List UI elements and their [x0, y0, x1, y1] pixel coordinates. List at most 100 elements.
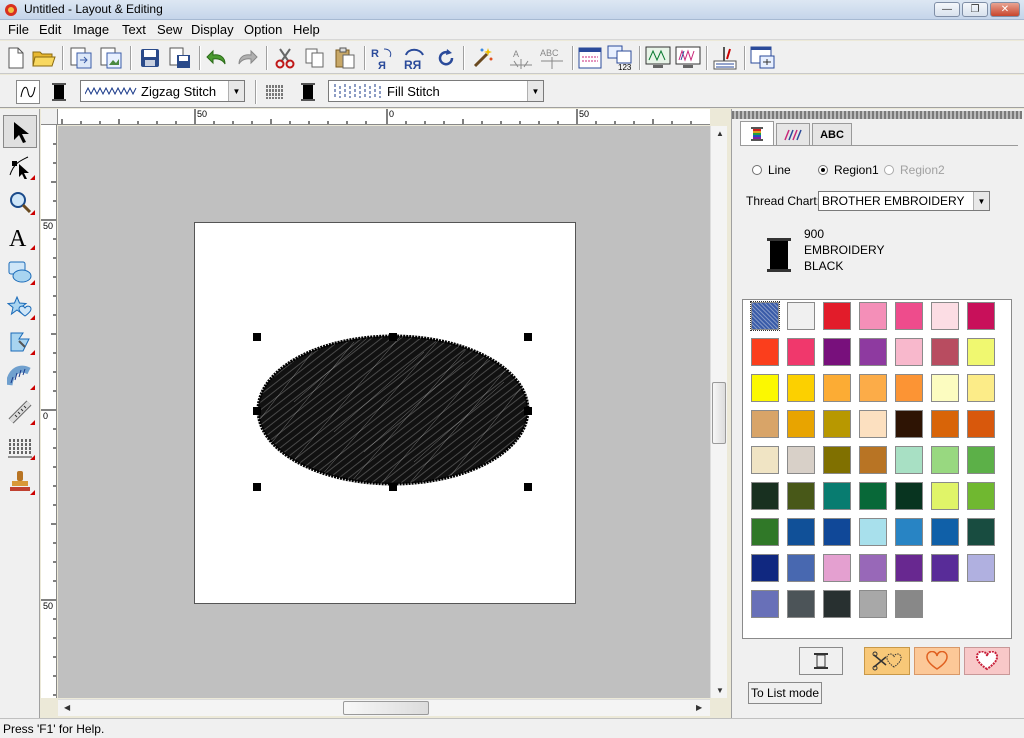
tab-thread-color[interactable] [740, 121, 774, 146]
point-edit-tool-icon[interactable] [3, 150, 37, 183]
design-page-icon[interactable] [577, 45, 603, 71]
scroll-right-icon[interactable]: ▶ [696, 703, 702, 712]
color-swatch[interactable] [895, 338, 923, 366]
chevron-down-icon[interactable]: ▼ [228, 81, 244, 101]
menu-edit[interactable]: Edit [38, 22, 62, 37]
heart-stitch-button[interactable] [964, 647, 1010, 675]
color-swatch[interactable] [751, 518, 779, 546]
open-folder-icon[interactable] [31, 45, 57, 71]
zoom-tool-icon[interactable] [3, 185, 37, 218]
thread-chart-select[interactable]: BROTHER EMBROIDERY ▼ [818, 191, 990, 211]
color-swatch[interactable] [931, 374, 959, 402]
color-swatch[interactable] [967, 410, 995, 438]
tab-text-attributes[interactable]: ABC [812, 123, 852, 145]
line-radio[interactable] [752, 165, 762, 175]
horizontal-scroll-thumb[interactable] [343, 701, 429, 715]
color-swatch[interactable] [787, 554, 815, 582]
color-swatch[interactable] [967, 482, 995, 510]
menu-image[interactable]: Image [72, 22, 110, 37]
color-swatch[interactable] [823, 590, 851, 618]
color-swatch[interactable] [931, 554, 959, 582]
resize-handle[interactable] [253, 483, 261, 491]
scroll-up-icon[interactable]: ▲ [716, 129, 724, 138]
stamp-tool-icon[interactable] [3, 465, 37, 498]
copy-icon[interactable] [302, 45, 328, 71]
color-swatch[interactable] [787, 410, 815, 438]
color-swatch[interactable] [823, 374, 851, 402]
color-swatch[interactable] [751, 374, 779, 402]
region-sew-toggle-icon[interactable] [263, 80, 287, 104]
stitch-preview-icon[interactable] [645, 45, 671, 71]
color-swatch[interactable] [787, 338, 815, 366]
color-swatch[interactable] [751, 554, 779, 582]
line-color-icon[interactable] [47, 80, 71, 104]
chevron-down-icon[interactable]: ▼ [973, 192, 989, 210]
heart-outline-button[interactable] [914, 647, 960, 675]
region-stitch-select[interactable]: Fill Stitch ▼ [328, 80, 544, 102]
color-swatch[interactable] [895, 446, 923, 474]
import-image-icon[interactable] [98, 45, 124, 71]
color-swatch[interactable] [859, 518, 887, 546]
color-swatch[interactable] [787, 518, 815, 546]
menu-display[interactable]: Display [190, 22, 235, 37]
scroll-down-icon[interactable]: ▼ [716, 686, 724, 695]
panel-grip[interactable] [732, 111, 1022, 119]
redo-icon[interactable] [234, 45, 260, 71]
color-swatch[interactable] [751, 410, 779, 438]
minimize-button[interactable]: — [934, 2, 960, 17]
color-swatch[interactable] [895, 302, 923, 330]
line-stitch-select[interactable]: Zigzag Stitch ▼ [80, 80, 245, 102]
color-swatch[interactable] [931, 410, 959, 438]
color-swatch[interactable] [859, 302, 887, 330]
cut-icon[interactable] [272, 45, 298, 71]
close-button[interactable]: ✕ [990, 2, 1020, 17]
color-swatch[interactable] [859, 482, 887, 510]
color-swatch[interactable] [823, 518, 851, 546]
rotate-icon[interactable] [433, 45, 459, 71]
save-as-icon[interactable] [167, 45, 193, 71]
color-swatch[interactable] [751, 590, 779, 618]
color-swatch[interactable] [895, 590, 923, 618]
color-swatch[interactable] [967, 374, 995, 402]
color-swatch[interactable] [823, 410, 851, 438]
color-swatch[interactable] [751, 446, 779, 474]
color-swatch[interactable] [787, 446, 815, 474]
color-swatch[interactable] [895, 482, 923, 510]
color-swatch[interactable] [859, 410, 887, 438]
menu-text[interactable]: Text [121, 22, 147, 37]
resize-handle[interactable] [389, 483, 397, 491]
color-swatch[interactable] [895, 554, 923, 582]
color-swatch[interactable] [823, 554, 851, 582]
color-swatch[interactable] [967, 302, 995, 330]
region1-radio[interactable] [818, 165, 828, 175]
scissors-heart-button[interactable] [864, 647, 910, 675]
maximize-button[interactable]: ❐ [962, 2, 988, 17]
to-list-mode-button[interactable]: To List mode [748, 682, 822, 704]
undo-icon[interactable] [204, 45, 230, 71]
color-swatch[interactable] [859, 590, 887, 618]
color-swatch[interactable] [931, 302, 959, 330]
color-swatch[interactable] [859, 338, 887, 366]
resize-handle[interactable] [524, 333, 532, 341]
window-layout-icon[interactable] [750, 45, 776, 71]
color-swatch[interactable] [859, 374, 887, 402]
flip-vertical-icon[interactable]: RЯ [402, 45, 428, 71]
color-swatch[interactable] [787, 590, 815, 618]
color-swatch[interactable] [931, 518, 959, 546]
menu-file[interactable]: File [7, 22, 30, 37]
sewing-order-icon[interactable]: 123 [607, 45, 633, 71]
color-swatch[interactable] [931, 338, 959, 366]
color-swatch[interactable] [823, 338, 851, 366]
resize-handle[interactable] [253, 333, 261, 341]
color-swatch[interactable] [967, 518, 995, 546]
paste-icon[interactable] [332, 45, 358, 71]
color-swatch[interactable] [823, 482, 851, 510]
text-layout-icon[interactable]: ABC [539, 45, 565, 71]
color-swatch[interactable] [751, 482, 779, 510]
vertical-scrollbar[interactable]: ▲ ▼ [710, 126, 727, 698]
import-icon[interactable] [68, 45, 94, 71]
color-swatch[interactable] [859, 446, 887, 474]
line-sew-tool-icon[interactable] [3, 360, 37, 393]
design-work-area[interactable] [58, 126, 710, 698]
color-swatch[interactable] [895, 374, 923, 402]
